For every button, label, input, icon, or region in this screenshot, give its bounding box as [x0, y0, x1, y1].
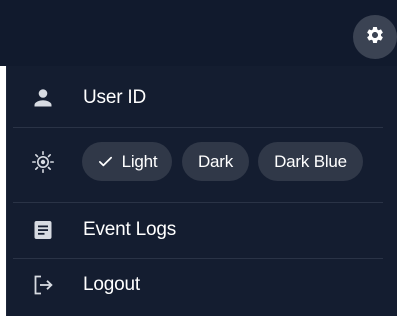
document-icon	[29, 216, 57, 244]
person-icon	[29, 84, 57, 112]
theme-chip-dark-label: Dark	[197, 151, 234, 171]
theme-chip-light[interactable]: Light	[82, 142, 172, 181]
theme-chip-dark[interactable]: Dark	[182, 142, 249, 181]
check-icon	[97, 153, 114, 170]
logout-label: Logout	[83, 274, 140, 295]
theme-selector: Light Dark Dark Blue	[7, 128, 383, 198]
settings-menu: User ID Light Dark Dark Blue Event Logs …	[6, 66, 397, 316]
brightness-icon	[29, 148, 57, 176]
event-logs-label: Event Logs	[83, 219, 177, 240]
theme-chip-dark-blue[interactable]: Dark Blue	[258, 142, 363, 181]
settings-button[interactable]	[353, 15, 397, 59]
menu-item-logout[interactable]: Logout	[7, 259, 383, 311]
menu-item-user-id[interactable]: User ID	[7, 72, 383, 124]
menu-item-event-logs[interactable]: Event Logs	[7, 203, 383, 257]
logout-icon	[29, 271, 57, 299]
theme-chip-dark-blue-label: Dark Blue	[274, 151, 347, 171]
gear-icon	[365, 25, 385, 50]
header-bar	[0, 0, 397, 66]
user-id-label: User ID	[83, 87, 146, 108]
theme-chip-light-label: Light	[121, 151, 158, 171]
